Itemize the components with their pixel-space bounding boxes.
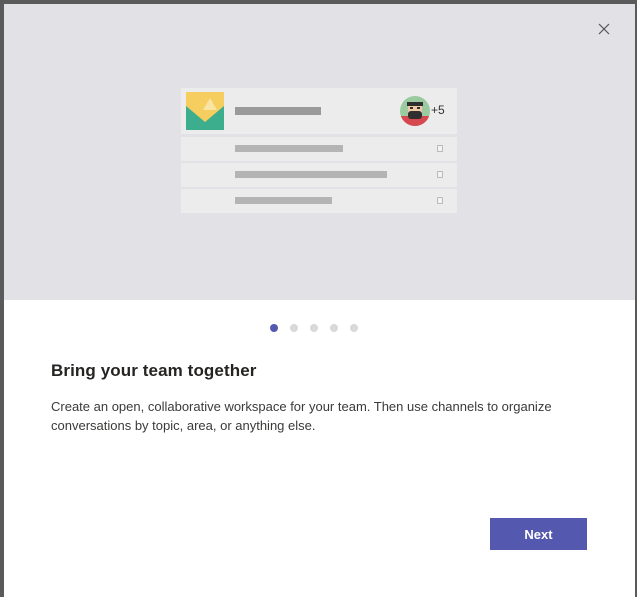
channel-row bbox=[181, 163, 457, 187]
team-card-header: +5 bbox=[181, 88, 457, 134]
user-avatar-icon bbox=[400, 96, 430, 126]
checkbox-icon bbox=[437, 197, 443, 204]
pager-dot-3[interactable] bbox=[310, 324, 318, 332]
channel-name-placeholder bbox=[235, 171, 387, 178]
channel-row bbox=[181, 189, 457, 213]
member-count-badge: +5 bbox=[431, 103, 445, 117]
next-button[interactable]: Next bbox=[490, 518, 587, 550]
team-name-placeholder bbox=[235, 107, 321, 115]
checkbox-icon bbox=[437, 145, 443, 152]
checkbox-icon bbox=[437, 171, 443, 178]
onboarding-dialog: +5 Bring your team together Create an op… bbox=[4, 4, 635, 597]
team-image-icon bbox=[186, 92, 224, 130]
pager-dot-1[interactable] bbox=[270, 324, 278, 332]
team-card-illustration: +5 bbox=[181, 88, 457, 213]
close-icon bbox=[598, 23, 610, 35]
dialog-description: Create an open, collaborative workspace … bbox=[51, 399, 552, 433]
close-button[interactable] bbox=[593, 18, 615, 40]
channel-row bbox=[181, 137, 457, 161]
hero-illustration-area: +5 bbox=[4, 4, 635, 300]
dialog-title: Bring your team together bbox=[51, 361, 257, 380]
pager-dot-2[interactable] bbox=[290, 324, 298, 332]
carousel-pager bbox=[270, 324, 358, 332]
pager-dot-5[interactable] bbox=[350, 324, 358, 332]
channel-name-placeholder bbox=[235, 197, 332, 204]
channel-name-placeholder bbox=[235, 145, 343, 152]
pager-dot-4[interactable] bbox=[330, 324, 338, 332]
